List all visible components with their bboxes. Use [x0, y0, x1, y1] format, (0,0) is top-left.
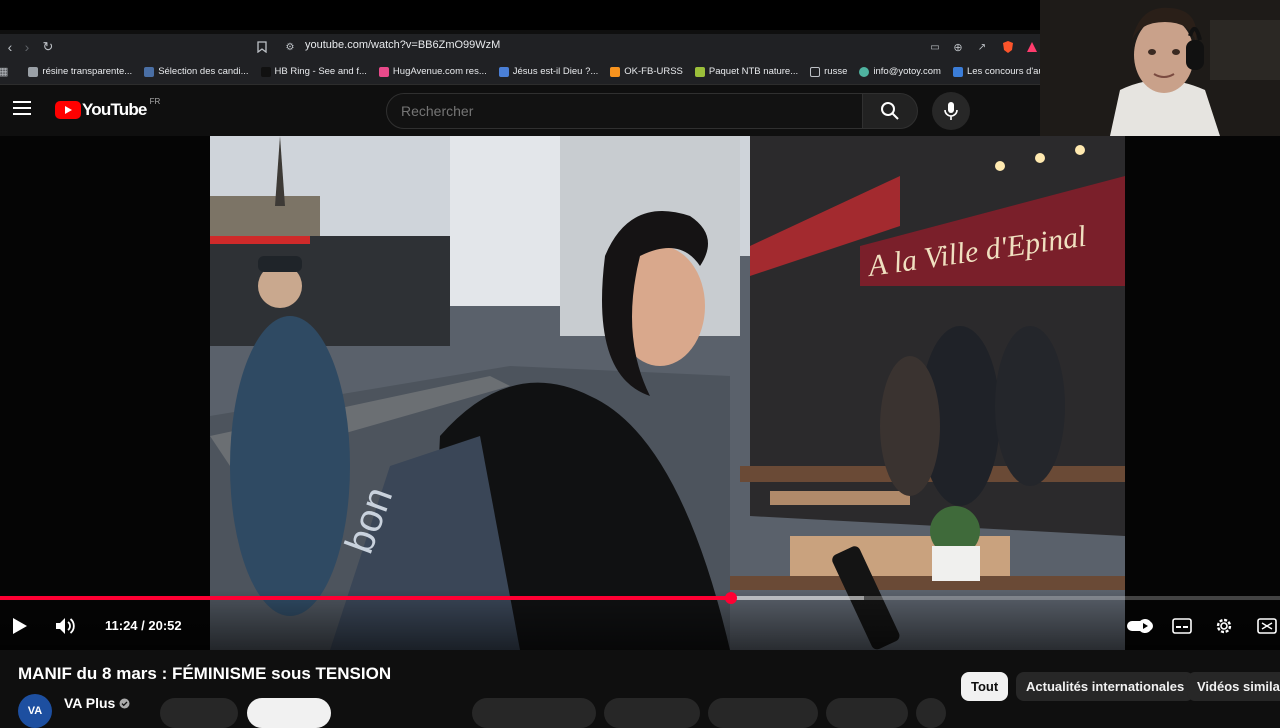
search-button[interactable]: [862, 93, 918, 129]
chip-international-news[interactable]: Actualités internationales: [1016, 672, 1195, 701]
thanks-button[interactable]: [826, 698, 908, 728]
rewards-icon[interactable]: [1022, 37, 1042, 57]
search-box[interactable]: [386, 93, 864, 129]
brave-shield-icon[interactable]: [998, 37, 1018, 57]
menu-icon[interactable]: [13, 101, 33, 119]
progress-scrubber[interactable]: [724, 592, 737, 604]
miniplayer-icon: [1257, 618, 1277, 634]
youtube-logo[interactable]: YouTube FR: [55, 96, 161, 120]
bookmark-favicon: [694, 66, 705, 77]
bookmark-label: Les concours d'aute...: [966, 66, 1040, 77]
video-frame[interactable]: A la Ville d'Epinal bon: [210, 136, 1125, 650]
bookmark-label: info@yotoy.com: [873, 66, 941, 77]
bookmark-item[interactable]: Sélection des candi...: [144, 66, 249, 77]
microphone-icon: [944, 102, 958, 120]
webcam-person-image: [1040, 0, 1280, 136]
country-code: FR: [149, 96, 161, 106]
time-display: 11:24 / 20:52: [105, 618, 182, 633]
channel-name[interactable]: VA Plus: [64, 695, 115, 711]
play-icon: [13, 618, 27, 634]
volume-icon: [56, 618, 75, 634]
bookmark-item[interactable]: Paquet NTB nature...: [694, 66, 799, 77]
chip-similar-videos[interactable]: Vidéos simila: [1187, 672, 1280, 701]
bookmark-item[interactable]: résine transparente...: [28, 66, 132, 77]
voice-search-button[interactable]: [932, 92, 970, 130]
folder-icon: [810, 66, 821, 77]
progress-bar[interactable]: [0, 592, 1280, 604]
bookmark-favicon: [610, 66, 621, 77]
chip-label: Tout: [971, 679, 999, 694]
forward-icon[interactable]: ›: [17, 37, 37, 57]
play-button[interactable]: [8, 614, 32, 638]
bookmark-label: russe: [824, 66, 848, 77]
channel-name-row[interactable]: VA Plus: [64, 695, 130, 711]
bookmark-favicon: [28, 66, 39, 77]
bookmark-label: Paquet NTB nature...: [708, 66, 799, 77]
autoplay-toggle-icon: [1127, 619, 1153, 633]
youtube-play-logo-icon: [55, 101, 81, 119]
bookmark-label: HB Ring - See and f...: [274, 66, 367, 77]
site-info-icon[interactable]: ⚙: [280, 37, 300, 57]
bookmark-label: OK-FB-URSS: [624, 66, 683, 77]
bookmark-favicon: [952, 66, 963, 77]
miniplayer-button[interactable]: [1255, 614, 1279, 638]
youtube-logo-text: YouTube: [82, 100, 147, 119]
chip-label: Actualités internationales: [1026, 679, 1185, 694]
bookmark-folder[interactable]: russe: [810, 66, 847, 77]
chip-all[interactable]: Tout: [961, 672, 1009, 701]
subtitles-button[interactable]: [1170, 614, 1194, 638]
bookmark-item[interactable]: Jésus est-il Dieu ?...: [498, 66, 599, 77]
bookmark-item[interactable]: HB Ring - See and f...: [260, 66, 367, 77]
join-button[interactable]: [160, 698, 238, 728]
browser-toolbar: ‹ › ↻ ⚙ youtube.com/watch?v=BB6ZmO99WzM …: [0, 34, 1040, 59]
autoplay-toggle[interactable]: [1125, 616, 1155, 636]
bookmark-label: Sélection des candi...: [158, 66, 249, 77]
share-icon[interactable]: ↗: [972, 37, 992, 57]
search-icon: [881, 102, 899, 120]
subscribe-button[interactable]: [247, 698, 331, 728]
channel-avatar-text: VA: [27, 705, 43, 717]
bookmark-label: résine transparente...: [42, 66, 133, 77]
progress-played: [0, 596, 731, 600]
zoom-icon[interactable]: ⊕: [948, 37, 968, 57]
volume-button[interactable]: [52, 614, 80, 638]
settings-button[interactable]: [1212, 614, 1236, 638]
webcam-overlay: [1040, 0, 1280, 136]
subtitles-icon: [1172, 618, 1192, 634]
channel-avatar[interactable]: VA: [18, 694, 52, 728]
gear-icon: [1216, 618, 1232, 634]
like-dislike-button[interactable]: [472, 698, 596, 728]
bookmark-item[interactable]: Les concours d'aute...: [952, 66, 1040, 77]
reload-icon[interactable]: ↻: [38, 37, 58, 57]
more-actions-button[interactable]: [916, 698, 946, 728]
address-url[interactable]: youtube.com/watch?v=BB6ZmO99WzM: [305, 39, 500, 51]
save-button[interactable]: [708, 698, 818, 728]
bookmarks-bar: ▦ résine transparente... Sélection des c…: [0, 59, 1040, 85]
bookmark-item[interactable]: OK-FB-URSS: [610, 66, 683, 77]
bookmark-favicon: [260, 66, 271, 77]
bookmark-favicon: [378, 66, 389, 77]
bookmark-favicon: [859, 66, 870, 77]
bookmark-star-icon[interactable]: [252, 37, 272, 57]
bookmark-favicon: [144, 66, 155, 77]
verified-badge-icon: [119, 698, 130, 708]
cast-icon[interactable]: ▭: [925, 37, 945, 57]
browser-top-strip: [0, 0, 1040, 30]
bookmark-item[interactable]: HugAvenue.com res...: [378, 66, 487, 77]
chip-label: Vidéos simila: [1197, 679, 1280, 694]
bookmark-favicon: [498, 66, 509, 77]
apps-grid-icon[interactable]: ▦: [0, 62, 8, 82]
video-scene-image: A la Ville d'Epinal bon: [210, 136, 1125, 650]
search-input[interactable]: [387, 94, 863, 128]
share-button[interactable]: [604, 698, 700, 728]
bookmark-label: Jésus est-il Dieu ?...: [512, 66, 599, 77]
bookmark-item[interactable]: info@yotoy.com: [859, 66, 941, 77]
bookmark-label: HugAvenue.com res...: [392, 66, 487, 77]
video-title: MANIF du 8 mars : FÉMINISME sous TENSION: [18, 664, 392, 683]
